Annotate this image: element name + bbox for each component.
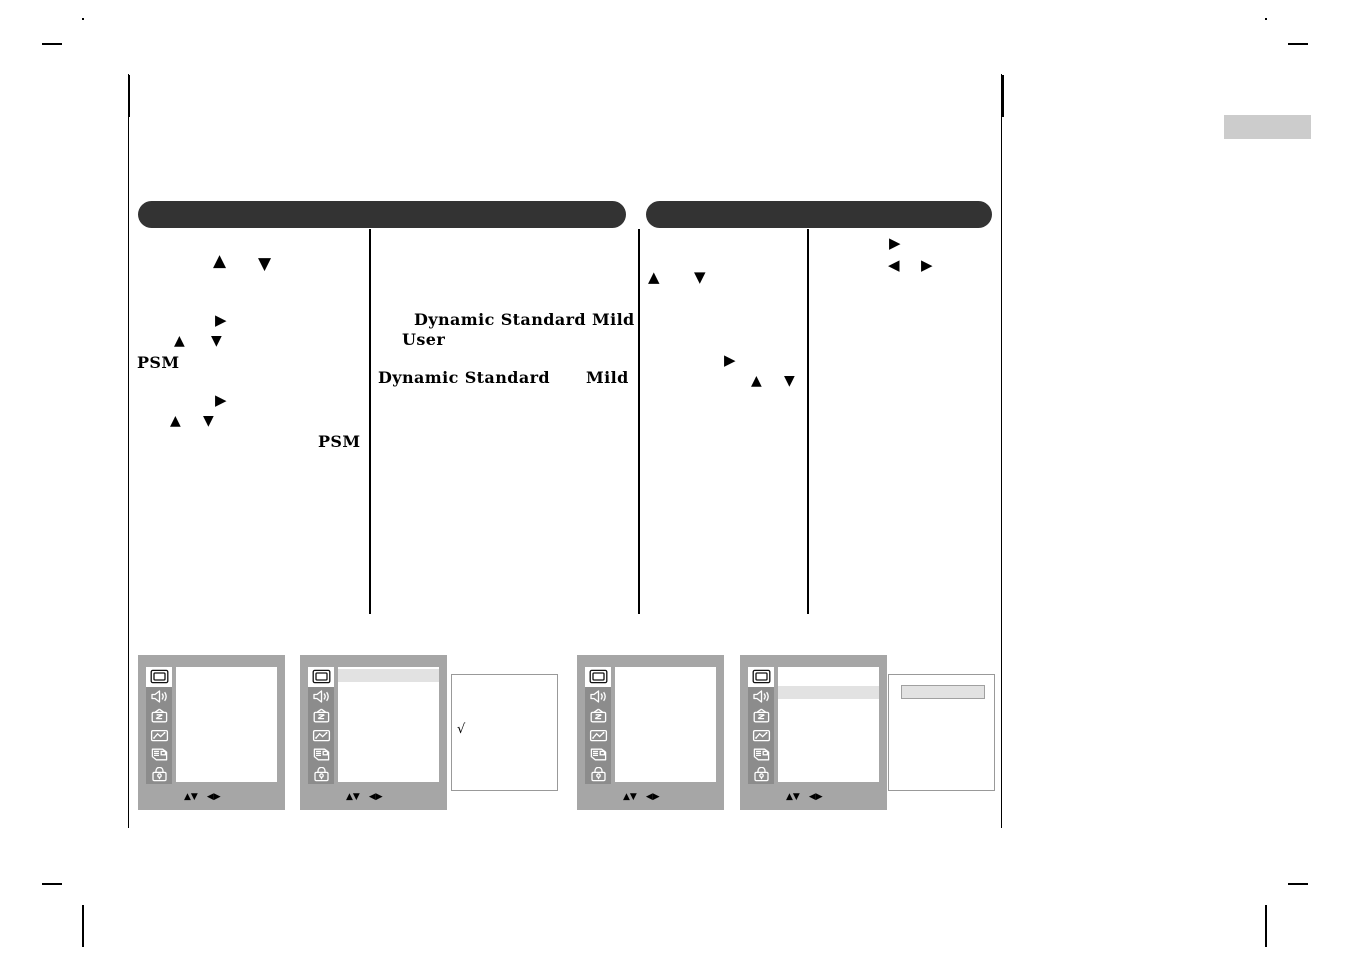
nav-up-down-icon: ▲▼ [346,792,360,802]
crop-mark-top-left-h [42,43,62,45]
osd-content-pane [615,667,716,782]
column-divider-3 [807,229,809,614]
picture-mode-options: Dynamic Standard Mild [414,310,635,329]
osd-content-pane [338,667,439,782]
screen-icon[interactable] [748,725,774,745]
nav-left-right-icon: ◀▶ [645,792,660,802]
crop-mark-bottom-left-v [82,905,84,947]
osd-content-pane [778,667,879,782]
arrow-right-3: ▶ [724,351,736,369]
osd-menu-3: ▲▼ ◀▶ [577,655,724,810]
nav-up-down-icon: ▲▼ [786,792,800,802]
osd-menu-2: ▲▼ ◀▶ [300,655,447,810]
arrow-up-2: ▲ [174,333,185,349]
psm-label-2: PSM [318,432,361,451]
crop-mark-top-right-v [1002,75,1004,117]
osd-value-bar[interactable] [901,685,985,699]
picture-mode-user: User [402,330,446,349]
arrow-down-3: ▼ [203,413,214,429]
arrow-right-5: ▶ [921,256,933,274]
nav-left-right-icon: ◀▶ [368,792,383,802]
arrow-right-4: ▶ [889,234,901,252]
screen-icon[interactable] [146,725,172,745]
time-icon[interactable] [585,745,611,765]
station-icon[interactable] [585,706,611,726]
crop-mark-bottom-left-h [42,883,62,885]
lock-icon[interactable] [585,764,611,784]
registration-dot-top-right [1265,18,1267,20]
checkmark-icon: √ [457,722,466,737]
osd-nav-hints: ▲▼ ◀▶ [184,793,221,802]
picture-mode-options-2: Dynamic Standard [378,368,551,387]
time-icon[interactable] [748,745,774,765]
osd-selected-row[interactable] [778,686,879,699]
section-header-bar-left [138,201,626,228]
osd-selected-row[interactable] [338,669,439,682]
sound-icon[interactable] [308,686,334,706]
arrow-up-1: ▲ [213,251,227,271]
arrow-down-5: ▼ [784,373,795,389]
osd-nav-hints: ▲▼ ◀▶ [346,793,383,802]
nav-up-down-icon: ▲▼ [623,792,637,802]
picture-icon[interactable] [748,667,774,687]
arrow-down-2: ▼ [211,333,222,349]
nav-left-right-icon: ◀▶ [808,792,823,802]
arrow-up-5: ▲ [751,373,762,389]
crop-mark-top-right-h [1288,43,1308,45]
osd-nav-hints: ▲▼ ◀▶ [623,793,660,802]
nav-up-down-icon: ▲▼ [184,792,198,802]
arrow-right-1: ▶ [215,311,227,329]
arrow-right-2: ▶ [215,391,227,409]
lock-icon[interactable] [308,764,334,784]
picture-icon[interactable] [308,667,334,687]
arrow-up-3: ▲ [170,413,181,429]
osd-icon-rail [146,667,172,784]
arrow-down-1: ▼ [258,254,272,274]
osd-icon-rail [308,667,334,784]
osd-popup-slider [888,674,995,791]
osd-menu-4: ▲▼ ◀▶ [740,655,887,810]
lock-icon[interactable] [146,764,172,784]
time-icon[interactable] [146,745,172,765]
osd-nav-hints: ▲▼ ◀▶ [786,793,823,802]
osd-icon-rail [585,667,611,784]
picture-mode-mild-2: Mild [586,368,629,387]
sound-icon[interactable] [748,686,774,706]
picture-icon[interactable] [146,667,172,687]
sound-icon[interactable] [585,686,611,706]
arrow-left-1: ◀ [888,256,900,274]
column-divider-1 [369,229,371,614]
picture-icon[interactable] [585,667,611,687]
osd-content-pane [176,667,277,782]
crop-mark-bottom-right-h [1288,883,1308,885]
psm-label-1: PSM [137,353,180,372]
station-icon[interactable] [748,706,774,726]
lock-icon[interactable] [748,764,774,784]
osd-icon-rail [748,667,774,784]
sound-icon[interactable] [146,686,172,706]
column-divider-2 [638,229,640,614]
section-header-bar-right [646,201,992,228]
arrow-up-4: ▲ [648,268,660,286]
registration-dot-top-left [82,18,84,20]
crop-mark-bottom-right-v [1265,905,1267,947]
nav-left-right-icon: ◀▶ [206,792,221,802]
osd-menu-1: ▲▼ ◀▶ [138,655,285,810]
osd-popup-checkmark: √ [451,674,558,791]
station-icon[interactable] [146,706,172,726]
time-icon[interactable] [308,745,334,765]
screen-icon[interactable] [585,725,611,745]
arrow-down-4: ▼ [694,268,706,286]
margin-thumb-tab [1224,115,1311,139]
station-icon[interactable] [308,706,334,726]
screen-icon[interactable] [308,725,334,745]
